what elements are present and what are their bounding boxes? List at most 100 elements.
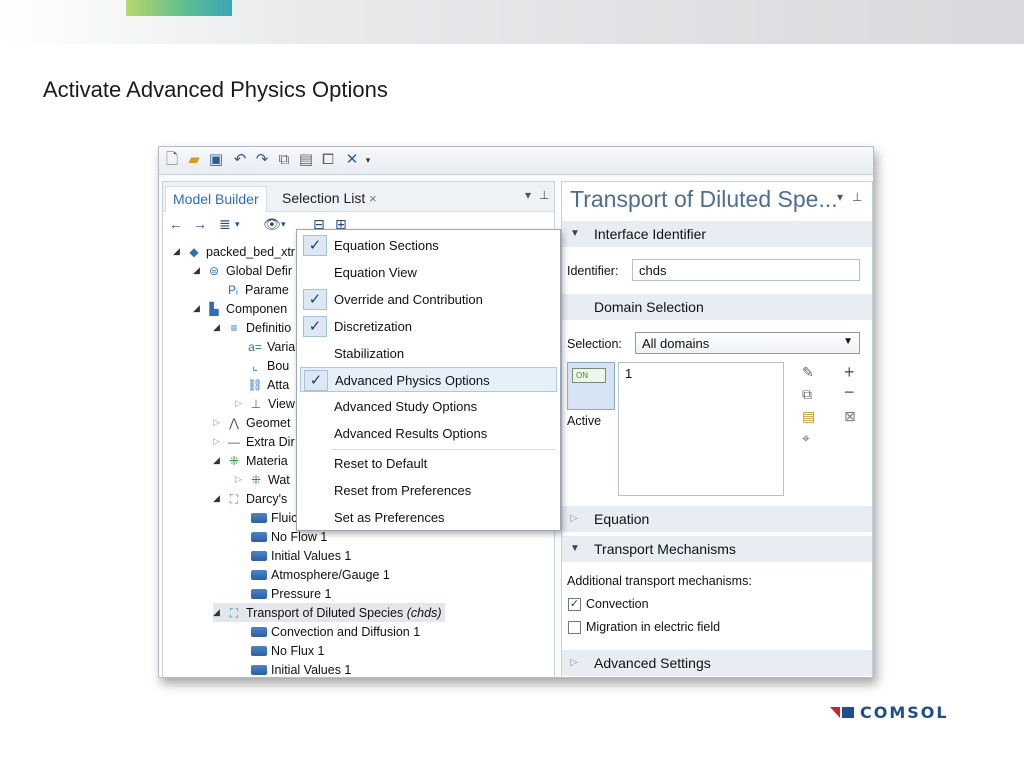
- section-transport-mechanisms[interactable]: ▼ Transport Mechanisms: [562, 536, 872, 562]
- tree-item[interactable]: Initial Values 1: [251, 660, 351, 677]
- tab-model-builder[interactable]: Model Builder: [165, 186, 267, 212]
- material-icon: ⁜: [250, 472, 262, 487]
- copy-icon[interactable]: ⧉: [275, 151, 293, 169]
- menu-item-equation-view[interactable]: Equation View: [300, 260, 557, 285]
- pin-icon[interactable]: ⊥: [539, 188, 549, 202]
- back-arrow-icon[interactable]: ←: [169, 216, 183, 232]
- pane-menu-icon[interactable]: ▾: [837, 190, 843, 204]
- menu-item-reset-from-preferences[interactable]: Reset from Preferences: [300, 478, 557, 503]
- tree-item[interactable]: ◢ ⊜ Global Defir: [193, 261, 292, 280]
- tree-item[interactable]: Convection and Diffusion 1: [251, 622, 420, 641]
- new-file-icon[interactable]: 🗋: [163, 151, 181, 169]
- tree-item[interactable]: a= Varia: [247, 337, 295, 356]
- menu-item-set-as-preferences[interactable]: Set as Preferences: [300, 505, 557, 530]
- tree-item[interactable]: Pressure 1: [251, 584, 331, 603]
- dropdown-arrow-icon[interactable]: ▾: [359, 151, 377, 169]
- dropdown-arrow-icon[interactable]: ▾: [281, 219, 286, 230]
- expand-icon[interactable]: ◢: [213, 322, 223, 333]
- pane-menu-icon[interactable]: ▾: [525, 188, 531, 202]
- tree-item[interactable]: Pᵢ Parame: [225, 280, 289, 299]
- tree-item[interactable]: ▷ ⁜ Wat: [235, 470, 290, 489]
- selection-dropdown[interactable]: All domains ▼: [635, 332, 860, 354]
- tree-item[interactable]: Initial Values 1: [251, 546, 351, 565]
- tree-item[interactable]: ▷ ⋀ Geomet: [213, 413, 290, 432]
- selection-list-item[interactable]: 1: [625, 366, 632, 381]
- tree-item[interactable]: ▷ — Extra Dir: [213, 432, 295, 451]
- section-label: Equation: [594, 511, 650, 527]
- add-icon[interactable]: +: [844, 362, 855, 383]
- migration-label: Migration in electric field: [586, 620, 721, 634]
- section-advanced-settings[interactable]: ▷ Advanced Settings: [562, 650, 872, 676]
- identifier-field[interactable]: chds: [632, 259, 860, 281]
- tree-item[interactable]: ⛓ Atta: [247, 375, 289, 394]
- section-domain-selection[interactable]: Domain Selection: [562, 294, 872, 320]
- tree-item[interactable]: ◢ ◆ packed_bed_xtr: [173, 242, 295, 261]
- tree-item[interactable]: ◢ ⛶ Darcy's: [213, 489, 287, 508]
- menu-item-reset-to-default[interactable]: Reset to Default: [300, 451, 557, 476]
- dropdown-arrow-icon[interactable]: ▾: [235, 219, 240, 230]
- create-selection-icon[interactable]: ⊠: [844, 408, 856, 425]
- menu-item-advanced-physics-options[interactable]: ✓ Advanced Physics Options: [300, 367, 557, 392]
- clear-selection-icon[interactable]: ▤: [802, 408, 815, 425]
- tree-item-selected[interactable]: ◢ ⛶ Transport of Diluted Species (chds): [213, 603, 446, 622]
- menu-item-label: Advanced Study Options: [334, 399, 478, 414]
- menu-item-label: Equation Sections: [334, 238, 439, 253]
- remove-icon[interactable]: −: [844, 382, 855, 403]
- tree-item-label: Convection and Diffusion 1: [271, 624, 421, 639]
- section-equation[interactable]: ▷ Equation: [562, 506, 872, 532]
- tab-selection-list[interactable]: Selection List ×: [275, 186, 384, 212]
- tab-label: Selection List: [282, 190, 366, 206]
- settings-title: Transport of Diluted Spe...: [570, 186, 838, 212]
- undo-icon[interactable]: ↶: [231, 151, 249, 169]
- tree-item[interactable]: ◢ ▙ Componen: [193, 299, 287, 318]
- active-toggle-button[interactable]: ON: [567, 362, 615, 410]
- menu-item-advanced-results-options[interactable]: Advanced Results Options: [300, 421, 557, 446]
- list-icon[interactable]: ≣: [219, 216, 231, 233]
- tree-item[interactable]: Atmosphere/Gauge 1: [251, 565, 390, 584]
- tree-item[interactable]: ⌞ Bou: [247, 356, 289, 375]
- boundary-condition-icon: [251, 626, 267, 637]
- expand-icon[interactable]: ◢: [213, 455, 223, 466]
- expand-icon[interactable]: ◢: [213, 607, 223, 618]
- menu-item-discretization[interactable]: ✓ Discretization: [300, 314, 557, 339]
- pin-icon[interactable]: ⊥: [852, 190, 862, 204]
- copy-selection-icon[interactable]: ⧉: [802, 386, 812, 403]
- show-more-options-icon[interactable]: 👁: [263, 216, 281, 233]
- collapsed-icon[interactable]: ▷: [213, 436, 223, 447]
- tab-label: Model Builder: [173, 191, 259, 207]
- collapsed-icon[interactable]: ▷: [213, 417, 223, 428]
- expand-icon[interactable]: ◢: [193, 303, 203, 314]
- tree-item[interactable]: ▷ ⊥ View: [235, 394, 295, 413]
- zoom-to-selection-icon[interactable]: ⌖: [802, 430, 810, 447]
- collapsed-icon[interactable]: ▷: [235, 474, 245, 485]
- duplicate-icon[interactable]: ⧠: [319, 151, 337, 169]
- menu-item-advanced-study-options[interactable]: Advanced Study Options: [300, 394, 557, 419]
- expand-icon[interactable]: ◢: [173, 246, 183, 257]
- convection-checkbox[interactable]: ✓: [568, 598, 581, 611]
- migration-checkbox[interactable]: [568, 621, 581, 634]
- selection-list[interactable]: 1: [618, 362, 784, 496]
- close-icon[interactable]: ×: [369, 191, 377, 206]
- menu-item-label: Advanced Results Options: [334, 426, 488, 441]
- menu-item-label: Override and Contribution: [334, 292, 483, 307]
- menu-item-equation-sections[interactable]: ✓ Equation Sections: [300, 233, 557, 258]
- collapsed-icon[interactable]: ▷: [235, 398, 245, 409]
- redo-icon[interactable]: ↷: [253, 151, 271, 169]
- tree-item[interactable]: Fluic: [251, 508, 297, 527]
- on-switch-icon: ON: [572, 368, 606, 383]
- paste-selection-icon[interactable]: ✎: [802, 364, 814, 381]
- open-folder-icon[interactable]: ▰: [185, 151, 203, 169]
- menu-item-override-contribution[interactable]: ✓ Override and Contribution: [300, 287, 557, 312]
- expand-icon[interactable]: ◢: [193, 265, 203, 276]
- menu-item-stabilization[interactable]: Stabilization: [300, 341, 557, 366]
- tree-item[interactable]: No Flux 1: [251, 641, 325, 660]
- tree-item[interactable]: ◢ ≡ Definitio: [213, 318, 291, 337]
- section-interface-identifier[interactable]: ▼ Interface Identifier: [562, 221, 872, 247]
- tree-item[interactable]: ◢ ⁜ Materia: [213, 451, 288, 470]
- paste-icon[interactable]: ▤: [297, 151, 315, 169]
- convection-label: Convection: [586, 597, 649, 611]
- forward-arrow-icon[interactable]: →: [193, 216, 207, 232]
- save-icon[interactable]: ▣: [207, 151, 225, 169]
- expand-icon[interactable]: ◢: [213, 493, 223, 504]
- tree-item-label: Bou: [267, 358, 290, 373]
